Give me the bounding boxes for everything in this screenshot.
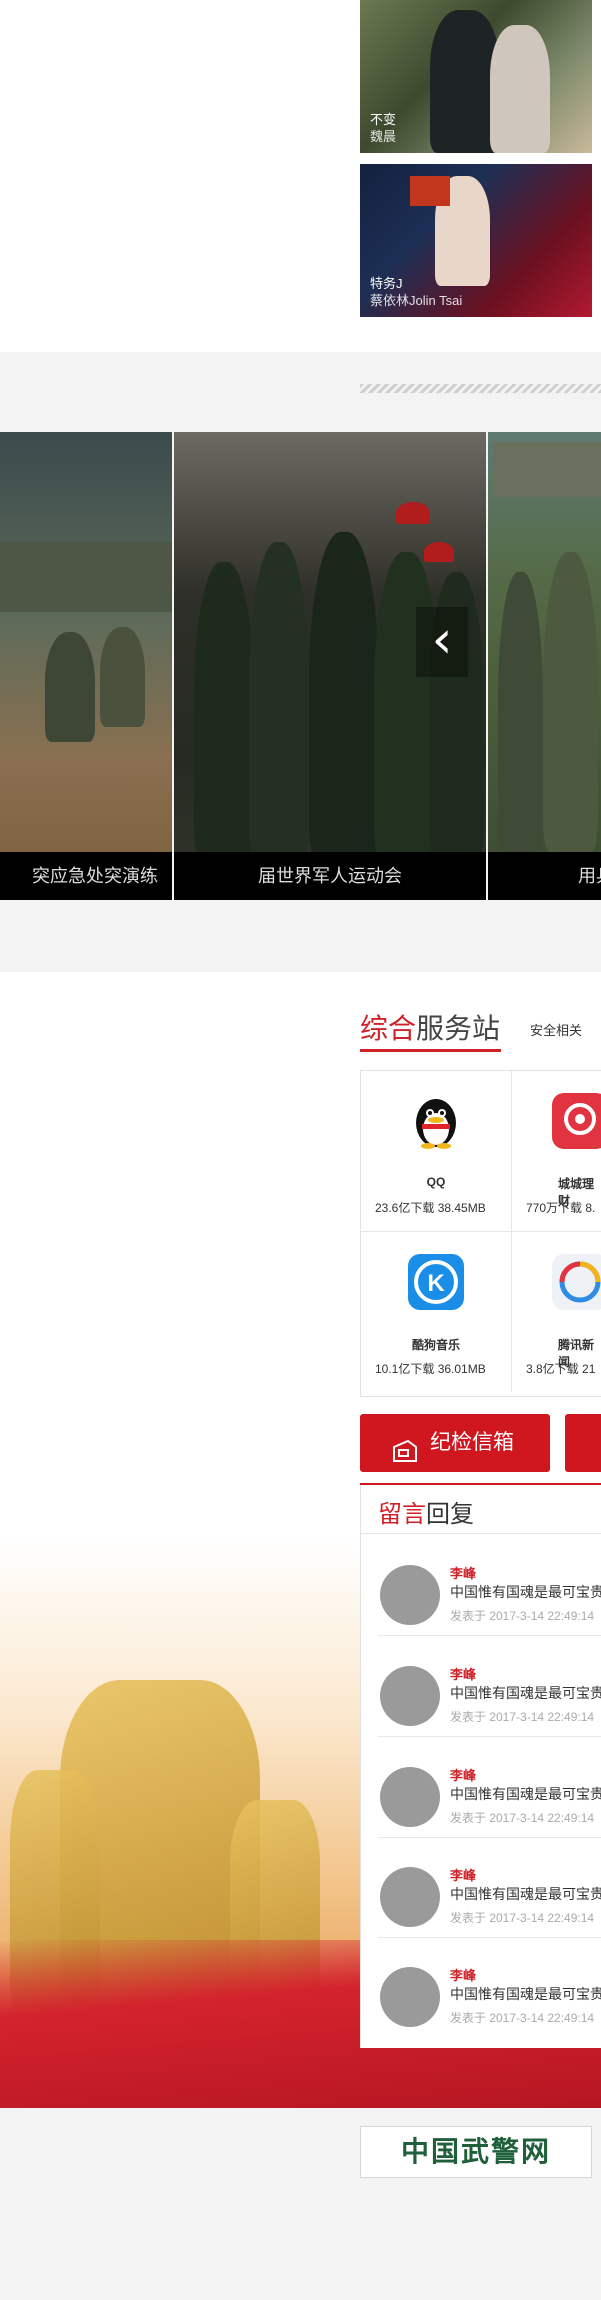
- divider: [360, 1533, 601, 1534]
- message-time: 发表于 2017-3-14 22:49:14: [450, 2011, 595, 2025]
- avatar: [380, 1967, 440, 2027]
- mv-thumbnail-shape: [410, 176, 450, 206]
- app-name: QQ: [426, 1175, 446, 1189]
- service-title-red: 综合: [360, 1013, 417, 1044]
- message-text[interactable]: 中国惟有国魂是最可宝贵: [450, 1784, 601, 1804]
- avatar: [380, 1666, 440, 1726]
- message-title: 留言回复: [378, 1494, 474, 1529]
- mv-title: 不变: [370, 112, 397, 127]
- tencent-news-icon: [552, 1254, 601, 1310]
- tab-security[interactable]: 安全相关: [530, 1020, 582, 1039]
- discipline-mailbox-button[interactable]: 纪检信箱: [360, 1414, 550, 1472]
- message-item[interactable]: 李峰 中国惟有国魂是最可宝贵 发表于 2017-3-14 22:49:14: [378, 1837, 601, 1938]
- soldier-figure: [100, 627, 145, 727]
- hatched-divider: [360, 384, 601, 393]
- mv-artist: 蔡依林Jolin Tsai: [370, 293, 463, 308]
- armored-vehicle-shape: [493, 442, 601, 497]
- app-tile-finance[interactable]: 城城理财 770万下载 8.: [512, 1071, 601, 1232]
- armored-vehicle-shape: [0, 542, 172, 612]
- service-title-rest: 服务站: [416, 1013, 501, 1044]
- second-red-button[interactable]: [565, 1414, 601, 1472]
- soldier-figure: [45, 632, 95, 742]
- mv-title: 特务J: [370, 276, 403, 291]
- site-logo-link[interactable]: 中国武警网: [360, 2126, 592, 2178]
- avatar: [380, 1767, 440, 1827]
- message-author[interactable]: 李峰: [450, 1865, 476, 1884]
- soldier-figure: [543, 552, 598, 852]
- gallery-caption: 突应急处突演练: [0, 852, 172, 900]
- soldier-figure: [249, 542, 309, 862]
- gallery-slide[interactable]: 突应急处突演练: [0, 432, 172, 900]
- finance-icon: [552, 1093, 601, 1149]
- app-tile-tencent-news[interactable]: 腾讯新闻 3.8亿下载 21: [512, 1232, 601, 1392]
- message-text[interactable]: 中国惟有国魂是最可宝贵: [450, 1884, 601, 1904]
- app-tile-kugou[interactable]: K 酷狗音乐 10.1亿下载 36.01MB: [361, 1232, 512, 1392]
- message-title-red: 留言: [378, 1501, 426, 1528]
- message-time: 发表于 2017-3-14 22:49:14: [450, 1609, 595, 1623]
- mv-card[interactable]: 不变 魏晨: [360, 0, 592, 153]
- message-text[interactable]: 中国惟有国魂是最可宝贵: [450, 1582, 601, 1602]
- app-name: 酷狗音乐: [411, 1338, 460, 1352]
- message-author[interactable]: 李峰: [450, 1965, 476, 1984]
- gallery-slide[interactable]: 用兵: [488, 432, 601, 900]
- gallery-prev-button[interactable]: ‹: [416, 607, 468, 677]
- soldier-figure: [194, 562, 254, 862]
- mailbox-icon: [390, 1430, 420, 1488]
- message-item[interactable]: 李峰 中国惟有国魂是最可宝贵 发表于 2017-3-14 22:49:14: [378, 1737, 601, 1838]
- app-meta: 23.6亿下载 38.45MB: [375, 1201, 486, 1215]
- red-cap-shape: [424, 542, 454, 562]
- message-author[interactable]: 李峰: [450, 1563, 476, 1582]
- mv-caption: 特务J 蔡依林Jolin Tsai: [370, 275, 462, 309]
- message-text[interactable]: 中国惟有国魂是最可宝贵: [450, 1984, 601, 2004]
- app-meta: 770万下载 8.: [526, 1201, 596, 1215]
- title-underline: [360, 1049, 501, 1052]
- mv-card[interactable]: 特务J 蔡依林Jolin Tsai: [360, 164, 592, 317]
- mailbox-label: 纪检信箱: [430, 1431, 514, 1454]
- mv-caption: 不变 魏晨: [370, 111, 396, 145]
- red-cap-shape: [396, 502, 430, 524]
- svg-text:K: K: [427, 1270, 445, 1297]
- service-station-title: 综合服务站: [360, 1007, 500, 1047]
- qq-icon: [408, 1093, 464, 1149]
- avatar: [380, 1565, 440, 1625]
- message-text[interactable]: 中国惟有国魂是最可宝贵: [450, 1683, 601, 1703]
- kugou-icon: K: [408, 1254, 464, 1310]
- message-author[interactable]: 李峰: [450, 1664, 476, 1683]
- message-time: 发表于 2017-3-14 22:49:14: [450, 1811, 595, 1825]
- message-item[interactable]: 李峰 中国惟有国魂是最可宝贵 发表于 2017-3-14 22:49:14: [378, 1535, 601, 1636]
- message-time: 发表于 2017-3-14 22:49:14: [450, 1911, 595, 1925]
- mv-thumbnail-figure: [490, 25, 550, 153]
- message-item[interactable]: 李峰 中国惟有国魂是最可宝贵 发表于 2017-3-14 22:49:14: [378, 1636, 601, 1737]
- soldier-figure: [309, 532, 379, 862]
- avatar: [380, 1867, 440, 1927]
- gallery-caption: 届世界军人运动会: [174, 852, 486, 900]
- app-tile-qq[interactable]: QQ 23.6亿下载 38.45MB: [361, 1071, 512, 1232]
- message-title-rest: 回复: [426, 1501, 474, 1528]
- message-item[interactable]: 李峰 中国惟有国魂是最可宝贵 发表于 2017-3-14 22:49:14: [378, 1937, 601, 2037]
- app-grid: QQ 23.6亿下载 38.45MB 城城理财 770万下载 8. K 酷狗音乐…: [360, 1070, 601, 1397]
- soldier-figure: [498, 572, 543, 852]
- message-time: 发表于 2017-3-14 22:49:14: [450, 1710, 595, 1724]
- photo-gallery: 突应急处突演练 届世界军人运动会 用兵 ‹: [0, 432, 601, 900]
- gallery-caption: 用兵: [488, 852, 601, 900]
- mv-artist: 魏晨: [370, 129, 397, 144]
- message-author[interactable]: 李峰: [450, 1765, 476, 1784]
- app-meta: 3.8亿下载 21: [526, 1362, 596, 1376]
- app-meta: 10.1亿下载 36.01MB: [375, 1362, 486, 1376]
